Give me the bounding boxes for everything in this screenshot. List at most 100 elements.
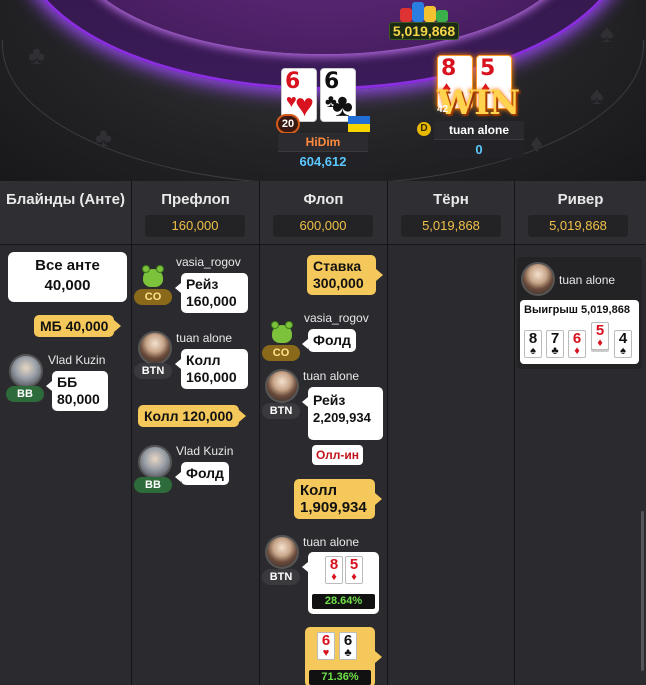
action-amount: 160,000 — [186, 369, 237, 385]
column-body: Ставка 300,000 vasia_rogov CO Фолд tuan … — [260, 245, 387, 685]
player-name: tuan alone — [303, 535, 360, 549]
card-suit: ♣ — [344, 647, 352, 659]
winner-seat[interactable]: tuan alone 0 — [434, 121, 524, 158]
action-bubble: Фолд — [175, 462, 229, 485]
winner-panel: tuan alone Выигрыш 5,019,868 8 ♠ 7 ♣ 6 ♦… — [517, 257, 642, 369]
pot-chips-icon — [398, 0, 454, 22]
player-avatar[interactable] — [9, 354, 43, 388]
scrollbar-thumb[interactable] — [641, 511, 644, 671]
position-badge: CO — [262, 345, 300, 361]
win-badge: WIN — [437, 83, 520, 123]
action-amount: 2,209,934 — [313, 410, 371, 425]
big-blind-label: ББ — [57, 374, 78, 390]
hero-stack: 604,612 — [278, 151, 368, 170]
board-card-highlighted: 5 ♦ — [591, 322, 609, 350]
player-avatar[interactable] — [138, 331, 172, 365]
position-badge: BB — [6, 386, 44, 402]
column-body: tuan alone Выигрыш 5,019,868 8 ♠ 7 ♣ 6 ♦… — [515, 245, 646, 685]
card-rank: 6 — [572, 330, 582, 347]
spade-deco-icon: ♠ — [590, 80, 604, 110]
hero-seat[interactable]: HiDim 604,612 — [278, 133, 368, 170]
player-avatar[interactable] — [265, 369, 299, 403]
column-pot: 600,000 — [273, 215, 373, 237]
board-card: 6 ♦ — [568, 330, 586, 358]
action-label: Ставка — [313, 258, 362, 274]
column-header: Тёрн 5,019,868 — [388, 181, 514, 245]
player-name: vasia_rogov — [304, 311, 369, 325]
position-badge: BTN — [134, 363, 172, 379]
card-suit: ♦ — [331, 571, 337, 583]
column-title: Блайнды (Анте) — [5, 191, 125, 208]
action-amount: 160,000 — [186, 293, 237, 309]
position-badge: CO — [134, 289, 172, 305]
player-name: tuan alone — [176, 331, 233, 345]
column-header: Блайнды (Анте) — [0, 181, 131, 245]
column-pot: 5,019,868 — [528, 215, 628, 237]
player-avatar[interactable] — [138, 445, 172, 479]
action-bubble: Фолд — [302, 329, 356, 352]
column-header: Ривер 5,019,868 — [515, 181, 646, 245]
action-bubble: Ставка 300,000 — [307, 255, 383, 295]
card-suit-large: ♥ — [295, 87, 314, 123]
card-rank: 5 — [595, 322, 605, 339]
player-name: tuan alone — [559, 273, 616, 287]
pot-amount: 5,019,868 — [389, 22, 459, 40]
column-header: Флоп 600,000 — [260, 181, 387, 245]
action-bubble: Рейз 160,000 — [175, 273, 248, 313]
column-pot: 5,019,868 — [401, 215, 501, 237]
all-ante-label: Все анте — [35, 257, 100, 274]
card-rank: 6 — [321, 632, 331, 649]
winning-bubble: Выигрыш 5,019,868 8 ♠ 7 ♣ 6 ♦ 5 ♦ 4 ♠ — [520, 300, 639, 364]
all-ante-bubble: Все анте 40,000 — [8, 252, 127, 302]
column-title: Ривер — [557, 191, 604, 208]
spade-deco-icon: ♠ — [600, 18, 614, 48]
board-card: 8 ♠ — [524, 330, 542, 358]
hand-history-panel: Блайнды (Анте) Все анте 40,000 МБ 40,000… — [0, 181, 646, 685]
player-avatar[interactable] — [521, 262, 555, 296]
showdown-bubble: 8 ♦ 5 ♦ 28.64% — [302, 552, 379, 614]
card-suit: ♠ — [620, 345, 626, 357]
column-header: Префлоп 160,000 — [132, 181, 259, 245]
player-name: Vlad Kuzin — [176, 444, 234, 458]
hero-card-2: 6 ♣ ♣ — [320, 68, 356, 122]
diamond-deco-icon: ♦ — [530, 128, 544, 158]
showdown-bubble: 6 ♥ 6 ♣ 71.36% — [305, 627, 382, 685]
frog-avatar-icon[interactable] — [268, 321, 296, 347]
card-suit: ♦ — [597, 337, 603, 349]
shown-card: 6 ♣ — [339, 632, 357, 660]
win-amount-label: Выигрыш 5,019,868 — [524, 304, 630, 316]
small-blind-bubble: МБ 40,000 — [34, 315, 122, 337]
column-river: Ривер 5,019,868 tuan alone Выигрыш 5,019… — [515, 181, 646, 685]
big-blind-amount: 80,000 — [57, 391, 100, 407]
card-suit: ♠ — [530, 345, 536, 357]
card-rank: 7 — [550, 330, 560, 347]
column-title: Флоп — [303, 191, 344, 208]
equity-value: 71.36% — [309, 670, 371, 685]
column-blinds: Блайнды (Анте) Все анте 40,000 МБ 40,000… — [0, 181, 132, 685]
club-deco-icon: ♣ — [95, 122, 113, 152]
column-body: Все анте 40,000 МБ 40,000 Vlad Kuzin BB … — [0, 245, 131, 685]
card-rank: 8 — [528, 330, 538, 347]
board-card: 4 ♠ — [614, 330, 632, 358]
player-avatar[interactable] — [265, 535, 299, 569]
club-deco-icon: ♣ — [28, 40, 46, 70]
card-suit: ♦ — [574, 345, 580, 357]
poker-table: ♣ ♣ ♠ ♠ ♦ 5,019,868 6 ♥ ♥ 6 ♣ ♣ 20 HiDim… — [0, 0, 646, 181]
column-body — [388, 245, 514, 685]
column-title: Префлоп — [161, 191, 230, 208]
winner-level-badge: 42 — [437, 104, 449, 115]
action-bubble: Колл 1,909,934 — [294, 479, 382, 519]
card-rank: 6 — [343, 632, 353, 649]
action-label: Фолд — [186, 465, 224, 481]
position-badge: BB — [134, 477, 172, 493]
column-preflop: Префлоп 160,000 vasia_rogov CO Рейз 160,… — [132, 181, 260, 685]
board-card: 7 ♣ — [546, 330, 564, 358]
column-title: Тёрн — [433, 191, 469, 208]
card-rank: 5 — [349, 556, 359, 573]
shown-card: 5 ♦ — [345, 556, 363, 584]
action-label: Колл — [186, 352, 221, 368]
frog-avatar-icon[interactable] — [139, 265, 167, 291]
action-label: Рейз — [313, 392, 346, 408]
card-rank: 8 — [329, 556, 339, 573]
player-name: tuan alone — [303, 369, 360, 383]
